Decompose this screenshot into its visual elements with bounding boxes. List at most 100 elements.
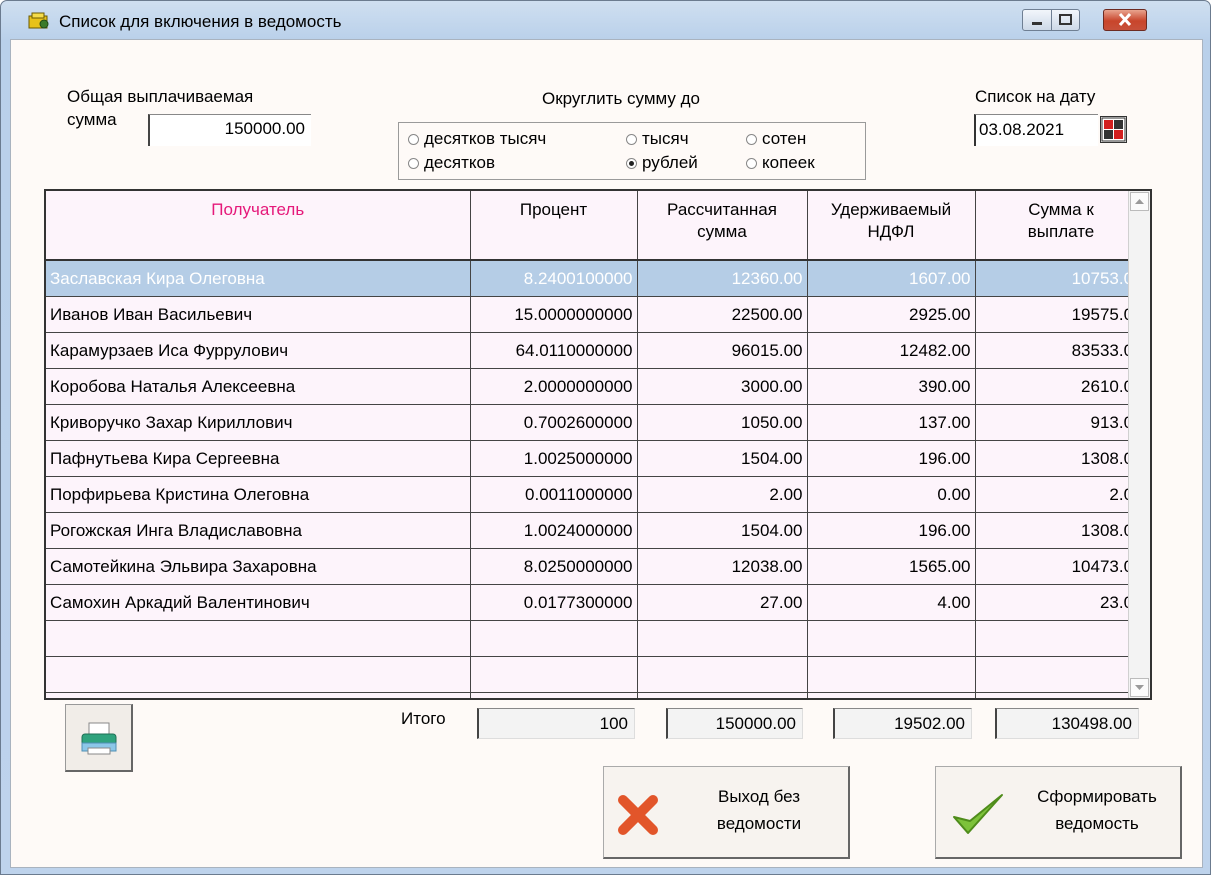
cell-percent[interactable]: 1.0024000000 (470, 512, 638, 549)
print-button[interactable] (65, 704, 133, 772)
cell-recipient[interactable] (46, 656, 471, 693)
cell-calculated-sum[interactable] (637, 656, 808, 693)
cell-pay-sum[interactable] (975, 656, 1148, 693)
cell-calculated-sum[interactable]: 1504.00 (637, 512, 808, 549)
cell-pay-sum[interactable] (975, 620, 1148, 657)
vertical-scrollbar[interactable] (1128, 191, 1150, 698)
cell-calculated-sum[interactable]: 27.00 (637, 584, 808, 621)
total-sum-input[interactable]: 150000.00 (148, 114, 311, 146)
form-statement-button[interactable]: Сформировать ведомость (935, 766, 1182, 859)
cell-recipient[interactable]: Коробова Наталья Алексеевна (46, 368, 471, 405)
table-row[interactable]: Порфирьева Кристина Олеговна 0.0011000000… (46, 476, 1148, 513)
cell-pay-sum[interactable]: 913.00 (975, 404, 1148, 441)
cell-ndfl[interactable]: 196.00 (807, 512, 976, 549)
table-row[interactable]: Карамурзаев Иса Фуррулович 64.0110000000 9… (46, 332, 1148, 369)
cell-calculated-sum[interactable]: 12360.00 (637, 259, 808, 297)
cell-percent[interactable]: 8.0250000000 (470, 548, 638, 585)
cell-recipient[interactable]: Карамурзаев Иса Фуррулович (46, 332, 471, 369)
cell-ndfl[interactable]: 1565.00 (807, 548, 976, 585)
cell-calculated-sum[interactable]: 3000.00 (637, 368, 808, 405)
table-row[interactable] (46, 656, 1148, 693)
maximize-button[interactable] (1051, 9, 1080, 31)
cell-calculated-sum[interactable]: 96015.00 (637, 332, 808, 369)
cell-ndfl[interactable]: 390.00 (807, 368, 976, 405)
cell-ndfl[interactable]: 4.00 (807, 584, 976, 621)
cell-recipient[interactable]: Порфирьева Кристина Олеговна (46, 476, 471, 513)
recipients-grid[interactable]: Получатель Процент Рассчитанная сумма Уде… (44, 189, 1152, 700)
table-row[interactable]: Самотейкина Эльвира Захаровна 8.025000000… (46, 548, 1148, 585)
cell-recipient[interactable]: Криворучко Захар Кириллович (46, 404, 471, 441)
radio-tens[interactable]: десятков (408, 153, 495, 173)
cell-percent[interactable] (470, 692, 638, 698)
table-row[interactable]: Коробова Наталья Алексеевна 2.0000000000 3… (46, 368, 1148, 405)
table-row[interactable]: Криворучко Захар Кириллович 0.7002600000 1… (46, 404, 1148, 441)
radio-thousands[interactable]: тысяч (626, 129, 689, 149)
header-calculated-sum[interactable]: Рассчитанная сумма (637, 191, 808, 261)
header-pay-sum[interactable]: Сумма к выплате (975, 191, 1148, 261)
cell-recipient[interactable]: Иванов Иван Васильевич (46, 296, 471, 333)
cell-pay-sum[interactable]: 2.00 (975, 476, 1148, 513)
cell-recipient[interactable] (46, 620, 471, 657)
date-input[interactable]: 03.08.2021 (974, 114, 1098, 146)
exit-without-statement-button[interactable]: Выход без ведомости (603, 766, 850, 859)
cell-ndfl[interactable] (807, 656, 976, 693)
cell-ndfl[interactable] (807, 692, 976, 698)
table-row[interactable]: Пафнутьева Кира Сергеевна 1.0025000000 150… (46, 440, 1148, 477)
cell-pay-sum[interactable]: 23.00 (975, 584, 1148, 621)
calendar-button[interactable] (1100, 116, 1127, 143)
title-bar[interactable]: Список для включения в ведомость (1, 1, 1210, 39)
cell-ndfl[interactable]: 0.00 (807, 476, 976, 513)
cell-calculated-sum[interactable]: 1050.00 (637, 404, 808, 441)
header-ndfl[interactable]: Удерживаемый НДФЛ (807, 191, 976, 261)
cell-ndfl[interactable]: 137.00 (807, 404, 976, 441)
cell-pay-sum[interactable]: 83533.00 (975, 332, 1148, 369)
cell-pay-sum[interactable]: 19575.00 (975, 296, 1148, 333)
cell-pay-sum[interactable]: 2610.00 (975, 368, 1148, 405)
cell-percent[interactable]: 15.0000000000 (470, 296, 638, 333)
cell-calculated-sum[interactable]: 2.00 (637, 476, 808, 513)
cell-recipient[interactable]: Самохин Аркадий Валентинович (46, 584, 471, 621)
radio-kopecks[interactable]: копеек (746, 153, 815, 173)
cell-calculated-sum[interactable]: 22500.00 (637, 296, 808, 333)
cell-pay-sum[interactable]: 1308.00 (975, 512, 1148, 549)
close-button[interactable] (1103, 9, 1147, 31)
cell-calculated-sum[interactable] (637, 620, 808, 657)
cell-ndfl[interactable]: 2925.00 (807, 296, 976, 333)
cell-percent[interactable]: 0.0177300000 (470, 584, 638, 621)
header-percent[interactable]: Процент (470, 191, 638, 261)
cell-percent[interactable]: 0.0011000000 (470, 476, 638, 513)
cell-percent[interactable] (470, 656, 638, 693)
cell-ndfl[interactable] (807, 620, 976, 657)
table-row[interactable] (46, 692, 1148, 698)
table-row[interactable]: Заславская Кира Олеговна 8.2400100000 1236… (46, 259, 1148, 297)
radio-hundreds[interactable]: сотен (746, 129, 806, 149)
header-recipient[interactable]: Получатель (46, 191, 471, 261)
table-row[interactable] (46, 620, 1148, 657)
cell-ndfl[interactable]: 196.00 (807, 440, 976, 477)
cell-calculated-sum[interactable]: 1504.00 (637, 440, 808, 477)
scroll-down-button[interactable] (1130, 678, 1149, 697)
cell-pay-sum[interactable]: 10753.00 (975, 259, 1148, 297)
table-row[interactable]: Иванов Иван Васильевич 15.0000000000 22500… (46, 296, 1148, 333)
cell-ndfl[interactable]: 12482.00 (807, 332, 976, 369)
cell-recipient[interactable]: Самотейкина Эльвира Захаровна (46, 548, 471, 585)
cell-percent[interactable]: 0.7002600000 (470, 404, 638, 441)
cell-percent[interactable]: 64.0110000000 (470, 332, 638, 369)
cell-calculated-sum[interactable] (637, 692, 808, 698)
cell-percent[interactable]: 1.0025000000 (470, 440, 638, 477)
radio-rubles[interactable]: рублей (626, 153, 698, 173)
cell-percent[interactable] (470, 620, 638, 657)
minimize-button[interactable] (1022, 9, 1052, 31)
cell-pay-sum[interactable]: 10473.00 (975, 548, 1148, 585)
radio-tens-of-thousands[interactable]: десятков тысяч (408, 129, 546, 149)
cell-pay-sum[interactable]: 1308.00 (975, 440, 1148, 477)
scroll-up-button[interactable] (1130, 192, 1149, 211)
cell-percent[interactable]: 2.0000000000 (470, 368, 638, 405)
cell-recipient[interactable]: Пафнутьева Кира Сергеевна (46, 440, 471, 477)
cell-ndfl[interactable]: 1607.00 (807, 259, 976, 297)
table-row[interactable]: Рогожская Инга Владиславовна 1.0024000000… (46, 512, 1148, 549)
cell-percent[interactable]: 8.2400100000 (470, 259, 638, 297)
cell-calculated-sum[interactable]: 12038.00 (637, 548, 808, 585)
cell-recipient[interactable] (46, 692, 471, 698)
table-row[interactable]: Самохин Аркадий Валентинович 0.0177300000… (46, 584, 1148, 621)
